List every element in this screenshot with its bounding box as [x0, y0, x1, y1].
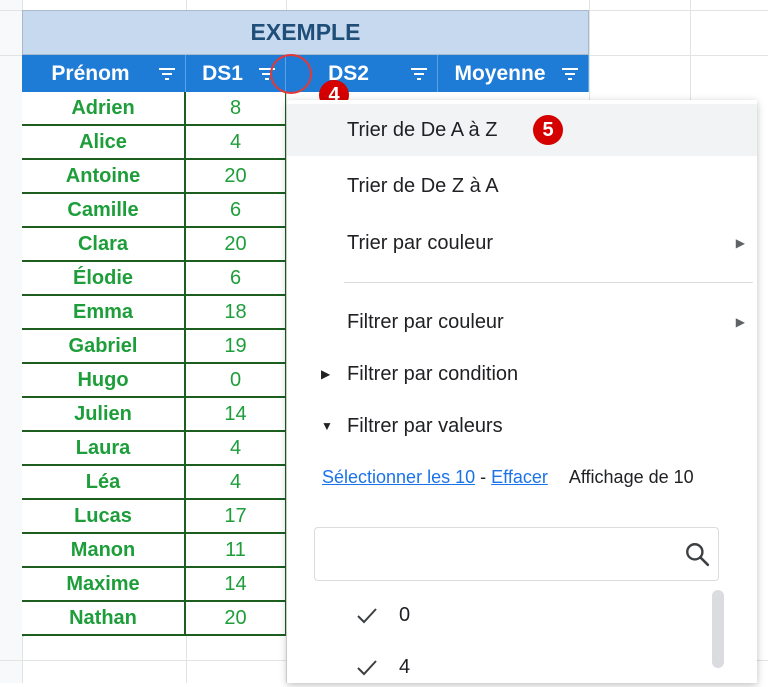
cell-prenom[interactable]: Nathan [22, 602, 186, 636]
table-row: Nathan 20 [22, 602, 286, 636]
clear-link[interactable]: Effacer [491, 467, 548, 487]
menu-item-filter-condition[interactable]: ▶ Filtrer par condition [287, 348, 757, 400]
select-all-link[interactable]: Sélectionner les 10 [322, 467, 475, 487]
cell-ds1[interactable]: 6 [186, 194, 286, 228]
check-icon [357, 608, 377, 624]
cell-ds1[interactable]: 20 [186, 602, 286, 636]
cell-ds1[interactable]: 4 [186, 432, 286, 466]
filter-menu: Trier de De A à Z 5 Trier de De Z à A Tr… [287, 100, 757, 683]
cell-prenom[interactable]: Gabriel [22, 330, 186, 364]
value-label: 4 [399, 655, 411, 678]
filter-icon[interactable] [159, 68, 175, 80]
menu-item-label: Trier de De A à Z [347, 118, 498, 141]
menu-item-filter-color[interactable]: Filtrer par couleur ▶ [287, 296, 757, 348]
table-row: Manon 11 [22, 534, 286, 568]
search-input[interactable] [325, 540, 679, 570]
table-row: Lucas 17 [22, 500, 286, 534]
menu-separator [344, 282, 753, 283]
filter-icon[interactable] [411, 68, 427, 80]
values-actions: Sélectionner les 10 - Effacer Affichage … [322, 467, 694, 488]
submenu-arrow-icon: ▶ [735, 315, 745, 329]
caret-down-icon: ▼ [321, 419, 333, 433]
cell-prenom[interactable]: Maxime [22, 568, 186, 602]
table-title[interactable]: EXEMPLE [22, 10, 589, 55]
table-row: Julien 14 [22, 398, 286, 432]
menu-item-label: Filtrer par couleur [347, 310, 504, 333]
table-row: Élodie 6 [22, 262, 286, 296]
table-row: Laura 4 [22, 432, 286, 466]
table-row: Emma 18 [22, 296, 286, 330]
menu-item-filter-values[interactable]: ▼ Filtrer par valeurs [287, 400, 757, 452]
cell-prenom[interactable]: Élodie [22, 262, 186, 296]
cell-ds1[interactable]: 6 [186, 262, 286, 296]
annotation-circle [270, 54, 312, 94]
table-row: Adrien 8 [22, 92, 286, 126]
menu-item-sort-az[interactable]: Trier de De A à Z 5 [287, 104, 757, 156]
table-row: Alice 4 [22, 126, 286, 160]
caret-right-icon: ▶ [321, 367, 331, 381]
menu-item-sort-color[interactable]: Trier par couleur ▶ [287, 217, 757, 269]
submenu-arrow-icon: ▶ [735, 236, 745, 250]
cell-ds1[interactable]: 19 [186, 330, 286, 364]
menu-item-label: Filtrer par valeurs [347, 414, 503, 437]
table-row: Camille 6 [22, 194, 286, 228]
check-icon [357, 660, 377, 676]
menu-item-label: Trier par couleur [347, 231, 493, 254]
row-header-strip [0, 0, 23, 683]
cell-ds1[interactable]: 4 [186, 466, 286, 500]
filter-icon[interactable] [562, 68, 578, 80]
header-prenom[interactable]: Prénom [22, 55, 186, 92]
cell-prenom[interactable]: Adrien [22, 92, 186, 126]
search-icon [686, 543, 710, 567]
cell-prenom[interactable]: Léa [22, 466, 186, 500]
cell-prenom[interactable]: Camille [22, 194, 186, 228]
table-row: Clara 20 [22, 228, 286, 262]
link-separator: - [480, 467, 487, 487]
values-search-box[interactable] [314, 527, 719, 581]
value-option[interactable]: 0 [355, 595, 410, 635]
table-row: Léa 4 [22, 466, 286, 500]
cell-ds1[interactable]: 0 [186, 364, 286, 398]
values-count: Affichage de 10 [568, 467, 694, 487]
menu-item-label: Filtrer par condition [347, 362, 519, 385]
cell-ds1[interactable]: 14 [186, 568, 286, 602]
menu-item-label: Trier de De Z à A [347, 174, 499, 197]
cell-prenom[interactable]: Manon [22, 534, 186, 568]
cell-ds1[interactable]: 20 [186, 228, 286, 262]
value-label: 0 [399, 603, 411, 626]
value-option[interactable]: 4 [355, 647, 410, 687]
cell-ds1[interactable]: 18 [186, 296, 286, 330]
step-badge-5: 5 [533, 115, 563, 145]
table-row: Maxime 14 [22, 568, 286, 602]
cell-ds1[interactable]: 17 [186, 500, 286, 534]
cell-prenom[interactable]: Emma [22, 296, 186, 330]
cell-ds1[interactable]: 11 [186, 534, 286, 568]
cell-prenom[interactable]: Alice [22, 126, 186, 160]
cell-ds1[interactable]: 4 [186, 126, 286, 160]
table-row: Hugo 0 [22, 364, 286, 398]
table-row: Antoine 20 [22, 160, 286, 194]
values-scrollbar[interactable] [712, 590, 724, 668]
cell-prenom[interactable]: Antoine [22, 160, 186, 194]
cell-ds1[interactable]: 14 [186, 398, 286, 432]
cell-prenom[interactable]: Clara [22, 228, 186, 262]
cell-ds1[interactable]: 8 [186, 92, 286, 126]
cell-prenom[interactable]: Julien [22, 398, 186, 432]
table-body: Adrien 8 Alice 4 Antoine 20 Camille 6 Clara 20 Élo… [22, 92, 286, 636]
cell-ds1[interactable]: 20 [186, 160, 286, 194]
menu-item-sort-za[interactable]: Trier de De Z à A [287, 160, 757, 212]
cell-prenom[interactable]: Lucas [22, 500, 186, 534]
cell-prenom[interactable]: Hugo [22, 364, 186, 398]
cell-prenom[interactable]: Laura [22, 432, 186, 466]
table-row: Gabriel 19 [22, 330, 286, 364]
header-moyenne[interactable]: Moyenne [438, 55, 589, 92]
